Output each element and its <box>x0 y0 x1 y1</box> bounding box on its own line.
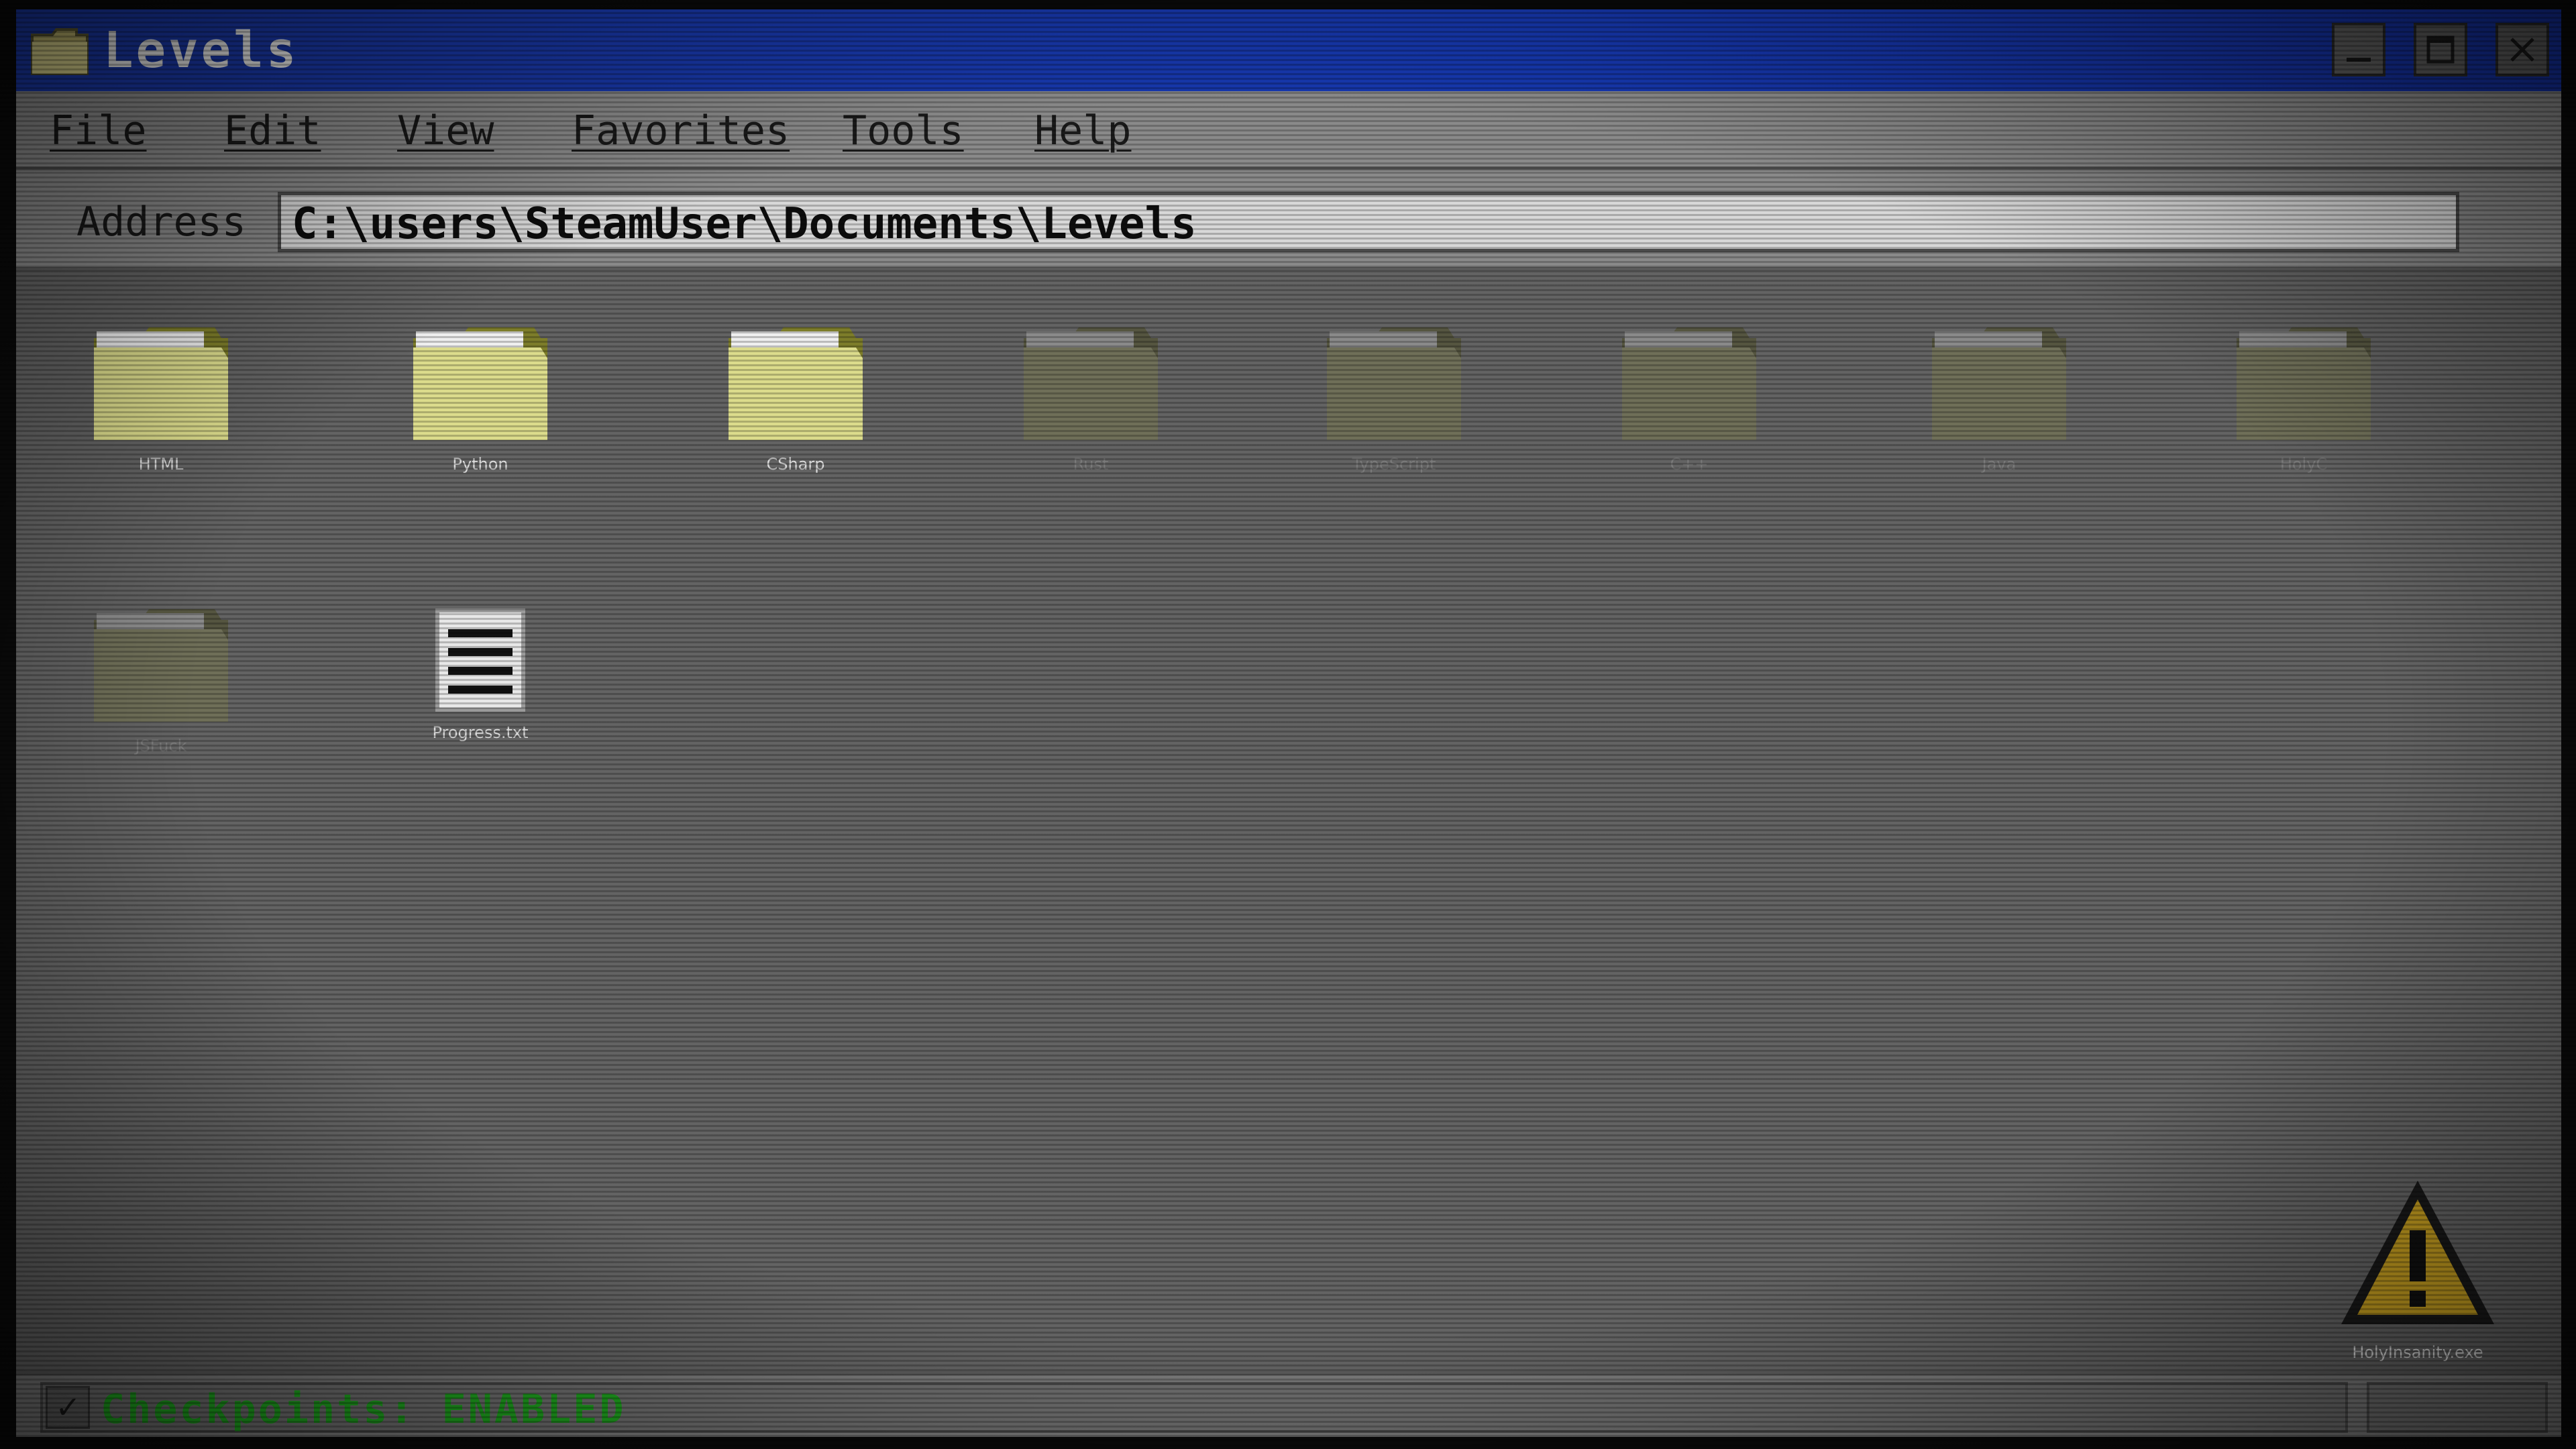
menu-favorites[interactable]: Favorites <box>572 107 790 154</box>
folder-icon <box>31 28 89 75</box>
folder-label: Java <box>1982 455 2017 474</box>
folder-label: CSharp <box>766 455 825 474</box>
folder-icon <box>1622 327 1756 440</box>
explorer-window: Levels File Edit View Favorites Tools He… <box>16 9 2561 1437</box>
folder-jsfuck[interactable]: JSFuck <box>60 600 262 755</box>
folder-label: HolyC <box>2279 455 2328 474</box>
status-bar: ✓ Checkpoints: ENABLED <box>16 1371 2561 1437</box>
file-label: Progress.txt <box>432 723 529 742</box>
folder-icon <box>1024 327 1158 440</box>
folder-icon <box>1327 327 1461 440</box>
status-panel: ✓ Checkpoints: ENABLED <box>40 1382 2348 1433</box>
folder-label: JSFuck <box>135 737 187 755</box>
close-icon <box>2510 38 2534 62</box>
folder-icon <box>94 327 228 440</box>
folder-typescript[interactable]: TypeScript <box>1293 318 1495 474</box>
title-bar[interactable]: Levels <box>16 9 2561 91</box>
warning-icon <box>2341 1181 2494 1324</box>
maximize-button[interactable] <box>2414 23 2467 76</box>
address-bar: Address C:\users\SteamUser\Documents\Lev… <box>16 170 2561 271</box>
folder-holyc[interactable]: HolyC <box>2203 318 2404 474</box>
address-label: Address <box>76 199 246 246</box>
file-view: HTML Python CSharp Rust TypeScript C++ J… <box>16 271 2561 1371</box>
checkpoints-status: Checkpoints: ENABLED <box>101 1386 626 1433</box>
status-panel-secondary <box>2367 1382 2548 1433</box>
menu-bar: File Edit View Favorites Tools Help <box>16 91 2561 170</box>
file-label: HolyInsanity.exe <box>2352 1343 2483 1362</box>
folder-icon <box>413 327 547 440</box>
window-title: Levels <box>103 21 299 79</box>
folder-icon <box>94 609 228 722</box>
folder-rust[interactable]: Rust <box>990 318 1191 474</box>
text-file-icon <box>435 608 525 712</box>
file-progress-txt[interactable]: Progress.txt <box>380 606 581 742</box>
folder-csharp[interactable]: CSharp <box>695 318 896 474</box>
menu-file[interactable]: File <box>50 107 147 154</box>
folder-html[interactable]: HTML <box>60 318 262 474</box>
folder-icon <box>729 327 863 440</box>
minimize-button[interactable] <box>2332 23 2385 76</box>
menu-help[interactable]: Help <box>1034 107 1132 154</box>
checkpoints-checkbox[interactable]: ✓ <box>46 1386 90 1429</box>
maximize-icon <box>2426 36 2455 64</box>
folder-java[interactable]: Java <box>1898 318 2100 474</box>
folder-label: TypeScript <box>1352 455 1436 474</box>
menu-tools[interactable]: Tools <box>843 107 964 154</box>
folder-label: HTML <box>138 455 184 474</box>
folder-cpp[interactable]: C++ <box>1589 318 1790 474</box>
menu-edit[interactable]: Edit <box>224 107 321 154</box>
menu-view[interactable]: View <box>397 107 494 154</box>
close-button[interactable] <box>2496 23 2549 76</box>
address-input[interactable]: C:\users\SteamUser\Documents\Levels <box>278 192 2459 252</box>
file-holyinsanity-exe[interactable]: HolyInsanity.exe <box>2317 1177 2518 1362</box>
minimize-icon <box>2347 58 2371 62</box>
folder-icon <box>1932 327 2066 440</box>
folder-label: Python <box>452 455 508 474</box>
folder-label: C++ <box>1670 455 1709 474</box>
folder-icon <box>2237 327 2371 440</box>
folder-python[interactable]: Python <box>380 318 581 474</box>
folder-label: Rust <box>1073 455 1109 474</box>
